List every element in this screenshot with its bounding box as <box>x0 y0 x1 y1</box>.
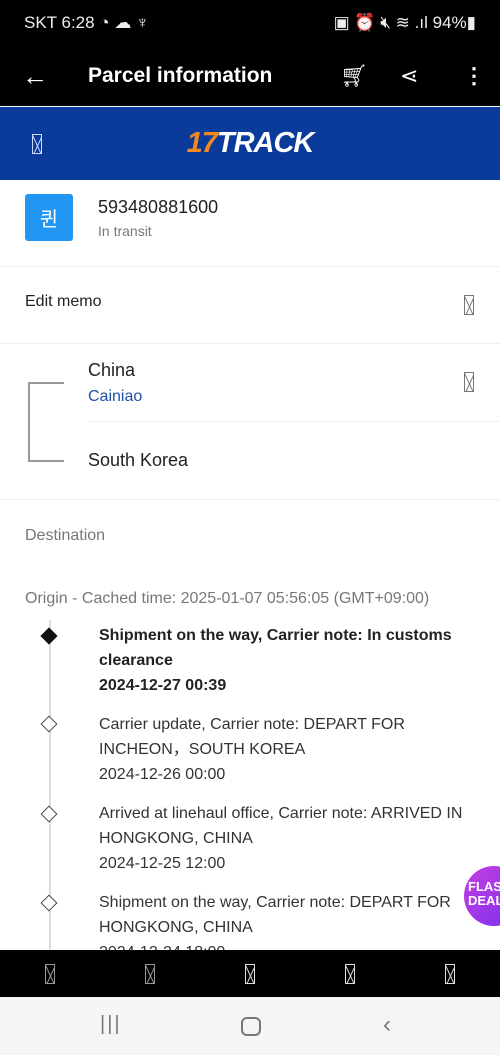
status-bar: SKT 6:28 ◔ ☁ ♆ ▣ ⏰ 🔇︎ ≋ .ıl 94%▮ <box>0 0 500 46</box>
bottom-toolbar <box>0 950 500 997</box>
toolbar-icon-1[interactable] <box>45 964 55 984</box>
origin-country: China <box>88 360 136 380</box>
recent-apps-icon[interactable]: ||| <box>100 1013 122 1036</box>
system-nav-bar: ||| ‹ <box>0 997 500 1055</box>
event-marker <box>40 715 58 733</box>
share-icon[interactable]: ⋖ <box>400 63 418 89</box>
brand-banner: 17TRACK <box>0 107 500 180</box>
battery-icon: ▮ <box>466 13 476 32</box>
event-marker <box>40 894 58 912</box>
destination-label: Destination <box>25 527 106 544</box>
carrier-link[interactable]: Cainiao <box>88 388 142 406</box>
toolbar-icon-5[interactable] <box>445 964 455 984</box>
arrow-back-icon[interactable]: ← <box>22 61 48 92</box>
cart-icon[interactable]: 🛒︎ <box>340 63 368 89</box>
menu-icon[interactable] <box>32 133 42 154</box>
battery-level: 94% <box>432 13 467 32</box>
more-vert-icon[interactable]: ⋮ <box>463 63 485 89</box>
destination-country: South Korea <box>88 450 189 470</box>
clock: 6:28 <box>61 13 95 32</box>
event-item: Shipment on the way, Carrier note: In cu… <box>99 627 452 694</box>
event-marker-current <box>40 627 58 645</box>
carrier: SKT <box>24 13 57 32</box>
back-nav-icon[interactable]: ‹ <box>383 1011 391 1039</box>
route-section <box>0 344 500 500</box>
divider <box>88 421 500 422</box>
event-item: Arrived at linehaul office, Carrier note… <box>99 805 463 872</box>
notification-icons: ◔ ☁ ♆ <box>99 13 149 32</box>
tracking-number: 593480881600 <box>98 197 219 217</box>
carrier-badge: 퀸 <box>25 194 73 241</box>
origin-cached-time: Origin - Cached time: 2025-01-07 05:56:0… <box>25 590 430 607</box>
toolbar-icon-4[interactable] <box>345 964 355 984</box>
system-icons: ▣ ⏰ 🔇︎ ≋ .ıl <box>333 13 428 32</box>
toolbar-icon-2[interactable] <box>145 964 155 984</box>
page-title: Parcel information <box>88 64 273 87</box>
toolbar-icon-3[interactable] <box>245 964 255 984</box>
edit-memo-label: Edit memo <box>25 293 102 310</box>
app-bar: ← Parcel information 🛒︎ ⋖ ⋮ <box>0 46 500 106</box>
route-connector <box>28 382 64 462</box>
edit-icon[interactable] <box>464 295 474 315</box>
parcel-header[interactable] <box>0 181 500 267</box>
event-item: Carrier update, Carrier note: DEPART FOR… <box>99 716 405 783</box>
event-marker <box>40 805 58 823</box>
logo-17track: 17TRACK <box>186 127 315 159</box>
parcel-status: In transit <box>98 223 152 239</box>
expand-icon[interactable] <box>464 372 474 392</box>
home-icon[interactable] <box>241 1017 261 1036</box>
flash-deals-button[interactable]: FLASH DEALS <box>464 866 500 926</box>
